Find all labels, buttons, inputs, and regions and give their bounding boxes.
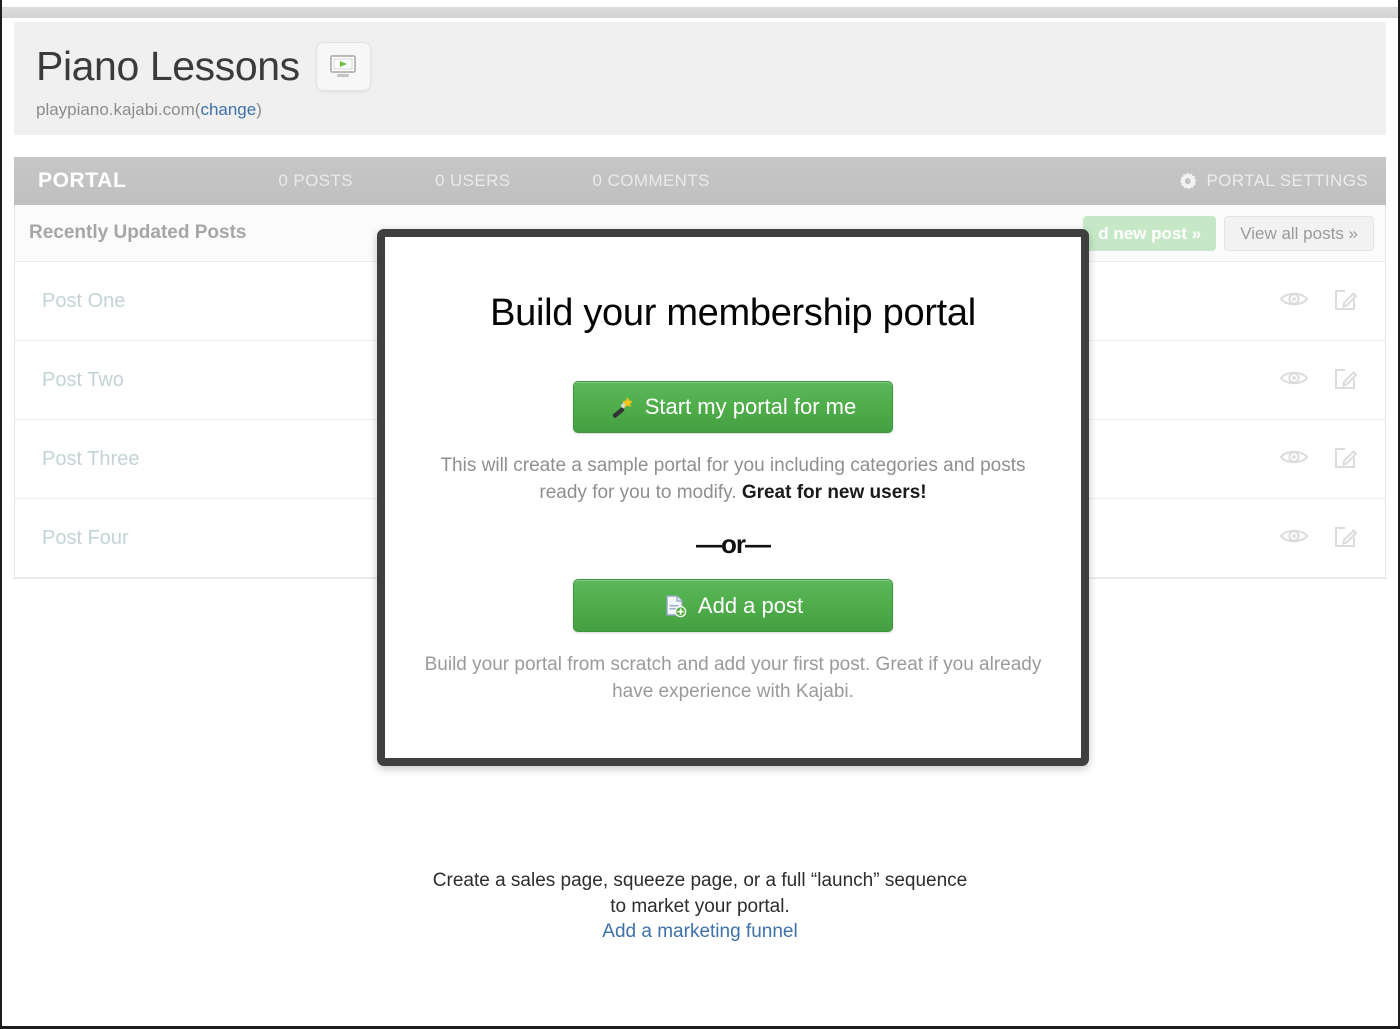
add-new-post-button[interactable]: d new post » — [1083, 216, 1217, 251]
primary-description-text: This will create a sample portal for you… — [440, 455, 1026, 503]
eye-icon[interactable] — [1279, 526, 1309, 551]
build-portal-modal: Build your membership portal Start my po… — [377, 229, 1089, 766]
row-actions — [1279, 523, 1359, 554]
or-separator: —or— — [696, 529, 771, 559]
row-actions — [1279, 444, 1359, 475]
edit-pencil-icon[interactable] — [1333, 365, 1359, 396]
post-name[interactable]: Post Four — [42, 527, 129, 550]
posts-panel-actions: d new post » View all posts » — [1083, 216, 1374, 251]
post-name[interactable]: Post Three — [42, 448, 139, 471]
start-my-portal-button[interactable]: Start my portal for me — [573, 381, 893, 433]
stat-comments: 0 COMMENTS — [592, 171, 710, 190]
page-title: Piano Lessons — [36, 43, 300, 89]
stat-users: 0 USERS — [434, 171, 511, 190]
portal-bar: PORTAL 0 POSTS 0 USERS 0 COMMENTS PORTAL… — [14, 157, 1386, 205]
portal-settings-link[interactable]: PORTAL SETTINGS — [1178, 171, 1368, 191]
edit-pencil-icon[interactable] — [1333, 444, 1359, 475]
row-actions — [1279, 365, 1359, 396]
promo-line-1: Create a sales page, squeeze page, or a … — [432, 870, 968, 891]
eye-icon[interactable] — [1279, 368, 1309, 393]
eye-icon[interactable] — [1279, 447, 1309, 472]
magic-wand-icon — [610, 395, 634, 419]
portal-label: PORTAL — [38, 169, 127, 192]
new-document-icon — [663, 594, 687, 618]
marketing-funnel-promo: Create a sales page, squeeze page, or a … — [2, 868, 1398, 943]
primary-description-emphasis: Great for new users! — [741, 482, 927, 503]
app-header: Piano Lessons playpiano.kajabi.com(chang… — [14, 22, 1386, 135]
start-my-portal-label: Start my portal for me — [644, 394, 857, 419]
promo-line-2: to market your portal. — [610, 896, 790, 917]
add-marketing-funnel-link[interactable]: Add a marketing funnel — [602, 921, 797, 943]
view-all-posts-button[interactable]: View all posts » — [1224, 216, 1374, 251]
modal-title: Build your membership portal — [490, 292, 976, 334]
portal-stats: 0 POSTS 0 USERS 0 COMMENTS — [278, 171, 792, 191]
stat-posts: 0 POSTS — [278, 171, 353, 190]
edit-pencil-icon[interactable] — [1333, 286, 1359, 317]
post-name[interactable]: Post One — [42, 290, 125, 313]
row-actions — [1279, 286, 1359, 317]
edit-pencil-icon[interactable] — [1333, 523, 1359, 554]
change-domain-link[interactable]: change — [200, 100, 256, 119]
secondary-description: Build your portal from scratch and add y… — [424, 654, 1042, 702]
window-chrome-bar — [2, 7, 1398, 18]
add-a-post-button[interactable]: Add a post — [573, 579, 893, 632]
paren-close: ) — [256, 100, 262, 119]
app-window: Piano Lessons playpiano.kajabi.com(chang… — [0, 0, 1400, 1029]
site-domain: playpiano.kajabi.com — [36, 100, 195, 119]
posts-panel-heading: Recently Updated Posts — [29, 222, 247, 243]
window-chrome-strip — [2, 0, 1398, 22]
eye-icon[interactable] — [1279, 289, 1309, 314]
title-row: Piano Lessons — [14, 22, 1386, 91]
post-name[interactable]: Post Two — [42, 369, 124, 392]
gear-icon — [1178, 172, 1197, 191]
video-screen-icon[interactable] — [315, 42, 371, 91]
site-domain-row: playpiano.kajabi.com(change) — [14, 91, 1386, 120]
add-a-post-label: Add a post — [697, 592, 804, 618]
primary-description: This will create a sample portal for you… — [433, 452, 1033, 506]
portal-settings-label: PORTAL SETTINGS — [1206, 171, 1368, 190]
